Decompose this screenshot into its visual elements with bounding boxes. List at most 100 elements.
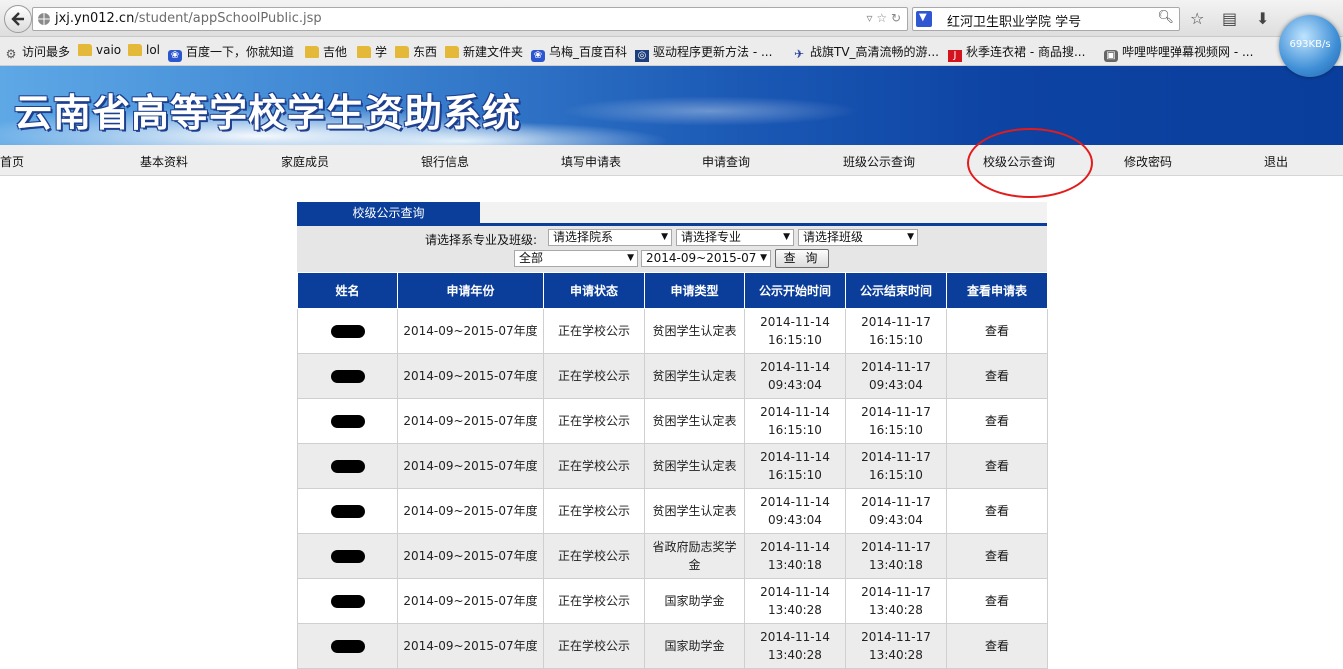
table-row: 2014-09~2015-07年度 正在学校公示 贫困学生认定表 2014-11-14… <box>297 488 1048 534</box>
baidu-paw-icon: ❀ <box>168 50 182 62</box>
tab-strip: 校级公示查询 <box>297 202 1047 226</box>
table-header-row: 姓名 申请年份 申请状态 申请类型 公示开始时间 公示结束时间 查看申请表 <box>297 272 1048 309</box>
start-time-cell: 2014-11-14 09:43:04 <box>744 353 846 399</box>
type-cell: 贫困学生认定表 <box>644 398 745 444</box>
start-time-cell: 2014-11-14 16:15:10 <box>744 443 846 489</box>
bookmark-item[interactable]: ❀ 百度一下，你就知道 <box>168 43 294 62</box>
download-icon[interactable]: ⬇ <box>1256 9 1269 28</box>
bookmark-item[interactable]: ❀ 乌梅_百度百科 <box>531 43 627 62</box>
menu-fill-application[interactable]: 填写申请表 <box>561 153 621 170</box>
table-row: 2014-09~2015-07年度 正在学校公示 贫困学生认定表 2014-11-14… <box>297 398 1048 444</box>
bookmark-star-icon[interactable]: ☆ <box>1190 9 1204 28</box>
redacted-name <box>330 460 365 473</box>
year-cell: 2014-09~2015-07年度 <box>397 578 544 624</box>
baidu-search-engine-icon[interactable]: ▼ <box>916 11 932 27</box>
view-application-link[interactable]: 查看 <box>985 639 1009 653</box>
bookmark-item[interactable]: vaio <box>78 43 121 57</box>
back-button[interactable] <box>4 5 32 33</box>
end-time-cell: 2014-11-17 16:15:10 <box>845 398 947 444</box>
gear-icon: ⚙ <box>5 47 17 61</box>
chevron-down-icon: ▼ <box>661 232 668 242</box>
student-name-cell <box>297 488 398 534</box>
year-cell: 2014-09~2015-07年度 <box>397 623 544 669</box>
network-speed-widget[interactable]: 693KB/s <box>1279 15 1341 77</box>
menu-basic-info[interactable]: 基本资料 <box>140 153 188 170</box>
student-name-cell <box>297 308 398 354</box>
bookmark-star-outline-icon[interactable]: ▿ ☆ ↻ <box>867 11 901 25</box>
student-name-cell <box>297 623 398 669</box>
student-name-cell <box>297 353 398 399</box>
view-application-link[interactable]: 查看 <box>985 414 1009 428</box>
bookmark-item[interactable]: 学 <box>357 43 387 60</box>
status-cell: 正在学校公示 <box>543 443 645 489</box>
search-magnifier-icon[interactable]: 🔍︎ <box>1157 10 1174 25</box>
bookmark-item[interactable]: lol <box>128 43 160 57</box>
folder-icon <box>305 46 319 58</box>
column-header-year: 申请年份 <box>397 272 544 309</box>
academic-year-select[interactable]: 2014-09~2015-07 ▼ <box>641 250 771 267</box>
start-time-cell: 2014-11-14 13:40:28 <box>744 578 846 624</box>
application-type-select[interactable]: 全部 ▼ <box>514 250 638 267</box>
view-application-link[interactable]: 查看 <box>985 594 1009 608</box>
chevron-down-icon: ▼ <box>760 253 767 263</box>
bookmarks-list-icon[interactable]: ▤ <box>1222 9 1237 28</box>
menu-logout[interactable]: 退出 <box>1264 153 1288 170</box>
menu-bank-info[interactable]: 银行信息 <box>421 153 469 170</box>
filter-label: 请选择系专业及班级: <box>425 233 538 247</box>
redacted-name <box>330 325 365 338</box>
query-button[interactable]: 查 询 <box>775 249 829 268</box>
bookmarks-toolbar: ⚙ 访问最多 vaio lol ❀ 百度一下，你就知道 吉他 学 东西 新建文件夹 … <box>0 37 1343 66</box>
year-cell: 2014-09~2015-07年度 <box>397 398 544 444</box>
bookmark-item[interactable]: ◎ 驱动程序更新方法 - ... <box>635 43 772 62</box>
view-cell: 查看 <box>946 443 1048 489</box>
start-time-cell: 2014-11-14 16:15:10 <box>744 308 846 354</box>
site-title: 云南省高等学校学生资助系统 <box>14 91 522 135</box>
department-select[interactable]: 请选择院系 ▼ <box>548 229 672 246</box>
folder-icon <box>445 46 459 58</box>
view-application-link[interactable]: 查看 <box>985 324 1009 338</box>
column-header-name: 姓名 <box>297 272 398 309</box>
bookmark-item[interactable]: J 秋季连衣裙 - 商品搜... <box>948 43 1085 62</box>
student-name-cell <box>297 398 398 444</box>
end-time-cell: 2014-11-17 13:40:18 <box>845 533 947 579</box>
menu-class-public-query[interactable]: 班级公示查询 <box>843 153 915 170</box>
site-banner: 云南省高等学校学生资助系统 <box>0 66 1343 145</box>
menu-home[interactable]: 首页 <box>0 153 24 170</box>
menu-change-password[interactable]: 修改密码 <box>1124 153 1172 170</box>
view-application-link[interactable]: 查看 <box>985 369 1009 383</box>
type-cell: 国家助学金 <box>644 578 745 624</box>
view-cell: 查看 <box>946 398 1048 444</box>
table-row: 2014-09~2015-07年度 正在学校公示 贫困学生认定表 2014-11-14… <box>297 353 1048 399</box>
browser-toolbar: jxj.yn012.cn/student/appSchoolPublic.jsp… <box>0 0 1343 37</box>
table-row: 2014-09~2015-07年度 正在学校公示 贫困学生认定表 2014-11-14… <box>297 308 1048 354</box>
menu-family-members[interactable]: 家庭成员 <box>281 153 329 170</box>
view-cell: 查看 <box>946 488 1048 534</box>
bookmark-item[interactable]: 吉他 <box>305 43 347 60</box>
view-application-link[interactable]: 查看 <box>985 549 1009 563</box>
bookmark-item[interactable]: 东西 <box>395 43 437 60</box>
start-time-cell: 2014-11-14 13:40:28 <box>744 623 846 669</box>
search-input[interactable]: 红河卫生职业学院 学号 <box>947 11 1081 30</box>
bookmark-item[interactable]: ✈ 战旗TV_高清流畅的游... <box>792 43 939 60</box>
year-cell: 2014-09~2015-07年度 <box>397 308 544 354</box>
view-application-link[interactable]: 查看 <box>985 504 1009 518</box>
search-bar[interactable]: ▼ 红河卫生职业学院 学号 🔍︎ <box>912 7 1180 31</box>
class-select[interactable]: 请选择班级 ▼ <box>798 229 918 246</box>
address-bar[interactable]: jxj.yn012.cn/student/appSchoolPublic.jsp… <box>32 7 908 31</box>
status-cell: 正在学校公示 <box>543 353 645 399</box>
chevron-down-icon: ▼ <box>627 253 634 263</box>
folder-icon <box>357 46 371 58</box>
major-select[interactable]: 请选择专业 ▼ <box>676 229 794 246</box>
bookmark-item[interactable]: ⚙ 访问最多 <box>4 43 70 60</box>
tab-school-public-query[interactable]: 校级公示查询 <box>297 202 480 223</box>
view-application-link[interactable]: 查看 <box>985 459 1009 473</box>
start-time-cell: 2014-11-14 16:15:10 <box>744 398 846 444</box>
filter-panel: 请选择系专业及班级: 请选择院系 ▼ 请选择专业 ▼ 请选择班级 ▼ 全部 ▼ 2014… <box>297 226 1047 272</box>
column-header-status: 申请状态 <box>543 272 645 309</box>
menu-application-query[interactable]: 申请查询 <box>702 153 750 170</box>
bookmark-item[interactable]: ▣ 哔哩哔哩弹幕视频网 - ... <box>1104 43 1253 62</box>
end-time-cell: 2014-11-17 13:40:28 <box>845 623 947 669</box>
bookmark-item[interactable]: 新建文件夹 <box>445 43 523 60</box>
student-name-cell <box>297 578 398 624</box>
view-cell: 查看 <box>946 308 1048 354</box>
